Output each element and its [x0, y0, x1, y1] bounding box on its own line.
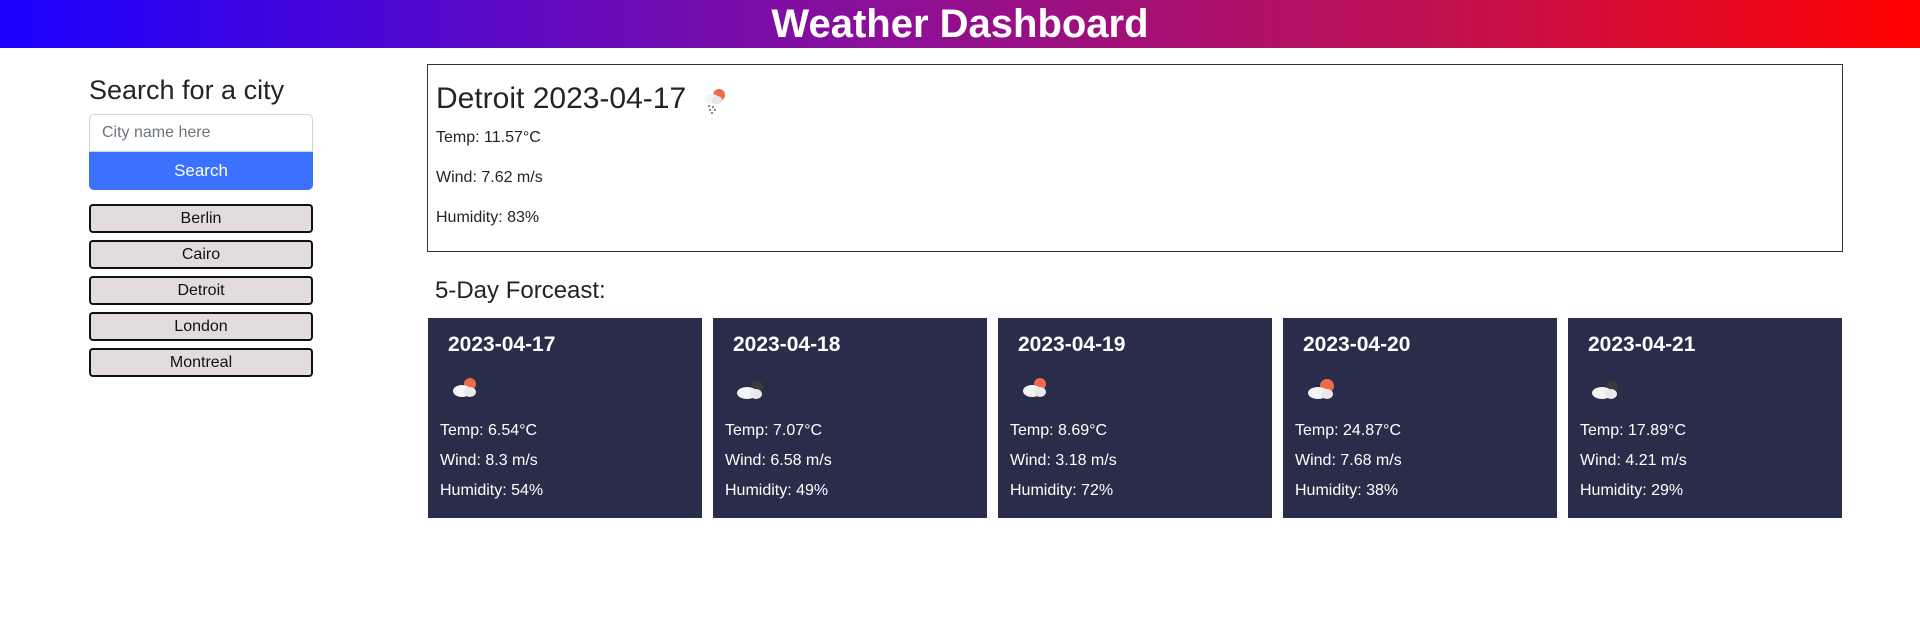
forecast-temp: Temp: 24.87°C	[1295, 422, 1402, 439]
forecast-wind: Wind: 4.21 m/s	[1580, 452, 1687, 469]
forecast-wind: Wind: 7.68 m/s	[1295, 452, 1402, 469]
forecast-date: 2023-04-19	[1018, 333, 1126, 356]
forecast-temp: Temp: 7.07°C	[725, 422, 823, 439]
rain-sun-cloud-icon	[698, 82, 732, 116]
current-weather-panel: Detroit 2023-04-17 Temp: 11.57°C Wind: 7…	[427, 64, 1843, 252]
forecast-wind: Wind: 3.18 m/s	[1010, 452, 1117, 469]
current-humidity: Humidity: 83%	[436, 209, 540, 226]
forecast-date: 2023-04-18	[733, 333, 841, 356]
current-city-date: Detroit 2023-04-17	[436, 82, 687, 115]
forecast-wind: Wind: 8.3 m/s	[440, 452, 538, 469]
current-wind: Wind: 7.62 m/s	[436, 169, 543, 186]
forecast-card: 2023-04-17 Temp: 6.54°C Wind: 8.3 m/s Hu…	[428, 318, 702, 518]
forecast-card-row: 2023-04-17 Temp: 6.54°C Wind: 8.3 m/s Hu…	[428, 318, 1842, 518]
forecast-card: 2023-04-19 Temp: 8.69°C Wind: 3.18 m/s H…	[998, 318, 1272, 518]
forecast-card: 2023-04-20 Temp: 24.87°C Wind: 7.68 m/s …	[1283, 318, 1557, 518]
current-weather-header: Detroit 2023-04-17	[436, 81, 1834, 117]
forecast-humidity: Humidity: 29%	[1580, 482, 1684, 499]
forecast-heading: 5-Day Forceast:	[435, 277, 606, 304]
forecast-date: 2023-04-21	[1588, 333, 1696, 356]
history-button-berlin[interactable]: Berlin	[89, 204, 313, 233]
forecast-card: 2023-04-21 Temp: 17.89°C Wind: 4.21 m/s …	[1568, 318, 1842, 518]
forecast-humidity: Humidity: 72%	[1010, 482, 1114, 499]
forecast-date: 2023-04-17	[448, 333, 556, 356]
app-header: Weather Dashboard	[0, 0, 1920, 48]
cloud-sun-icon	[1018, 372, 1058, 406]
app-title: Weather Dashboard	[771, 2, 1149, 46]
forecast-humidity: Humidity: 54%	[440, 482, 544, 499]
search-heading: Search for a city	[89, 75, 285, 105]
forecast-wind: Wind: 6.58 m/s	[725, 452, 832, 469]
cloud-moon-icon	[733, 372, 773, 406]
cloud-sun-icon	[1303, 372, 1343, 406]
forecast-temp: Temp: 6.54°C	[440, 422, 538, 439]
city-search-input[interactable]	[89, 114, 313, 152]
cloud-sun-icon	[448, 372, 488, 406]
current-temp: Temp: 11.57°C	[436, 129, 541, 146]
search-button[interactable]: Search	[89, 152, 313, 190]
forecast-humidity: Humidity: 38%	[1295, 482, 1399, 499]
search-sidebar: Search for a city Search Berlin Cairo De…	[89, 70, 313, 384]
forecast-humidity: Humidity: 49%	[725, 482, 829, 499]
search-history-list: Berlin Cairo Detroit London Montreal	[89, 204, 313, 377]
history-button-montreal[interactable]: Montreal	[89, 348, 313, 377]
history-button-detroit[interactable]: Detroit	[89, 276, 313, 305]
forecast-temp: Temp: 17.89°C	[1580, 422, 1687, 439]
history-button-london[interactable]: London	[89, 312, 313, 341]
history-button-cairo[interactable]: Cairo	[89, 240, 313, 269]
forecast-date: 2023-04-20	[1303, 333, 1411, 356]
cloud-moon-icon	[1588, 372, 1628, 406]
forecast-card: 2023-04-18 Temp: 7.07°C Wind: 6.58 m/s H…	[713, 318, 987, 518]
forecast-temp: Temp: 8.69°C	[1010, 422, 1108, 439]
